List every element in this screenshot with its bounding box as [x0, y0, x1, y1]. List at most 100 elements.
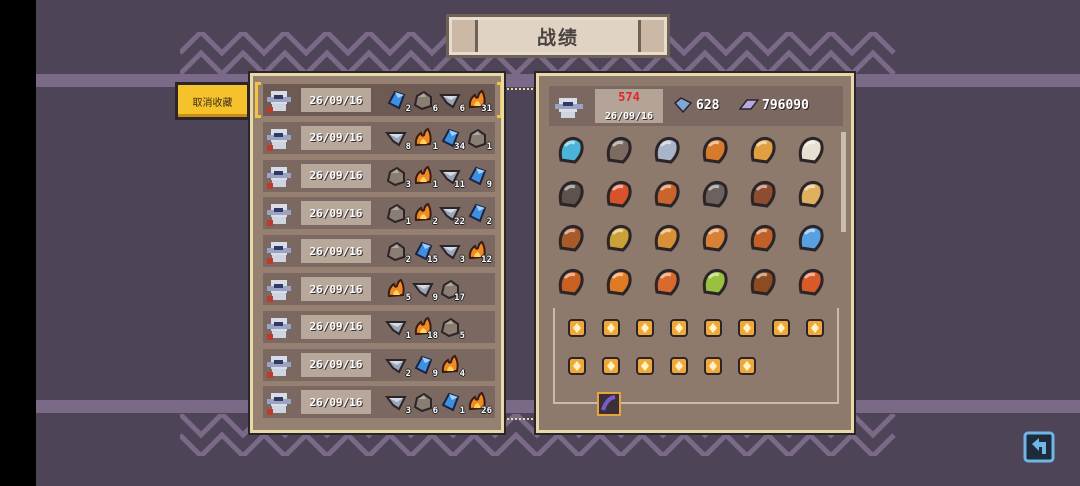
record-row[interactable]: 26/09/16 2 9 4 [263, 348, 495, 381]
bomb-buff-icon [633, 354, 657, 378]
shard-icon: 2 [385, 354, 411, 379]
material-count: 11 [454, 179, 465, 190]
rock-icon: 5 [439, 316, 465, 341]
material-count: 3 [405, 406, 411, 417]
buffs-grid [565, 316, 835, 386]
rock-icon: 1 [466, 127, 492, 152]
unfavorite-button-label: 取消收藏 [192, 97, 233, 109]
material-list: 3 6 1 26 [385, 391, 492, 416]
flame-icon: 26 [466, 391, 492, 416]
egg-icon [793, 132, 829, 168]
knight-helmet-icon [553, 90, 585, 122]
plus-buff-icon [701, 316, 725, 340]
material-count: 3 [405, 179, 411, 190]
crystal-icon: 1 [439, 391, 465, 416]
panel-connector-top [504, 88, 536, 90]
material-count: 3 [459, 255, 465, 266]
collected-items-grid [553, 132, 839, 304]
flame-icon: 1 [412, 165, 438, 190]
gem-icon [673, 97, 693, 113]
material-count: 26 [481, 406, 492, 417]
flame-icon: 1 [412, 127, 438, 152]
flame-icon: 31 [466, 89, 492, 114]
record-row[interactable]: 26/09/16 5 9 17 [263, 273, 495, 305]
game-screen: 战绩 取消收藏 26/09/16 2 6 6 31 26/09/16 8 1 34 1 26/09/… [0, 0, 1080, 486]
ring-icon [697, 220, 733, 256]
fire-buff-icon [667, 354, 691, 378]
screen-edge [0, 0, 36, 486]
record-row[interactable]: 26/09/16 2 6 6 31 [255, 82, 501, 118]
bullet-buff-icon [701, 354, 725, 378]
material-count: 1 [432, 141, 438, 152]
pile-icon [553, 220, 589, 256]
material-count: 1 [405, 330, 411, 341]
record-detail-panel: 574 26/09/16 628 796090 [536, 73, 854, 433]
material-count: 9 [486, 179, 492, 190]
record-row[interactable]: 26/09/16 2 15 3 12 [263, 235, 495, 268]
flame-buff-icon [565, 354, 589, 378]
selection-bracket-right [497, 82, 501, 118]
down-arrow-buff-icon [599, 354, 623, 378]
rock-icon: 3 [385, 165, 411, 190]
shard-icon: 3 [385, 391, 411, 416]
fish-icon [793, 220, 829, 256]
record-list-panel[interactable]: 26/09/16 2 6 6 31 26/09/16 8 1 34 1 26/09/16 3 1 11 9 2… [250, 73, 504, 433]
record-date: 26/09/16 [301, 201, 371, 226]
material-count: 1 [486, 141, 492, 152]
knight-helmet-icon [264, 85, 294, 115]
material-count: 2 [405, 255, 411, 266]
rock-icon: 6 [412, 391, 438, 416]
shield-icon [745, 176, 781, 212]
record-row[interactable]: 26/09/16 8 1 34 1 [263, 121, 495, 154]
material-list: 3 1 11 9 [385, 165, 492, 190]
gem-stat: 628 [673, 94, 719, 116]
knight-helmet-icon [264, 274, 294, 304]
flame-icon: 18 [412, 316, 438, 341]
core-icon [601, 176, 637, 212]
boomerang-icon [745, 132, 781, 168]
kill-count: 574 [618, 90, 640, 104]
shard-icon: 9 [412, 278, 438, 303]
record-row[interactable]: 26/09/16 3 1 11 9 [263, 159, 495, 192]
material-list: 2 6 6 31 [385, 89, 492, 114]
crystal-icon: 9 [466, 165, 492, 190]
material-count: 6 [432, 406, 438, 417]
score-value: 796090 [762, 97, 809, 113]
record-date: 26/09/16 [301, 125, 371, 150]
knight-helmet-icon [264, 387, 294, 417]
crystal-icon: 34 [439, 127, 465, 152]
material-count: 34 [454, 141, 465, 152]
material-count: 2 [486, 217, 492, 228]
record-row[interactable]: 26/09/16 3 6 1 26 [263, 386, 495, 419]
blade-icon [553, 264, 589, 300]
gauntlet-icon [649, 264, 685, 300]
crossed-buff-icon [735, 354, 759, 378]
material-count: 2 [432, 217, 438, 228]
record-date: 26/09/16 [301, 352, 371, 377]
items-scrollbar[interactable] [841, 132, 846, 232]
knight-helmet-icon [264, 161, 294, 191]
knight-helmet-icon [264, 236, 294, 266]
material-count: 18 [427, 330, 438, 341]
record-row[interactable]: 26/09/16 1 2 22 2 [263, 197, 495, 230]
pile-icon [745, 264, 781, 300]
rock-icon: 2 [385, 240, 411, 265]
material-count: 4 [459, 368, 465, 379]
record-date: 26/09/16 [301, 163, 371, 188]
unfavorite-button[interactable]: 取消收藏 [175, 82, 250, 120]
detail-date: 26/09/16 [604, 111, 654, 122]
shard-icon: 11 [439, 165, 465, 190]
material-count: 2 [405, 368, 411, 379]
record-date: 26/09/16 [301, 239, 371, 264]
cannon-icon [649, 132, 685, 168]
rock-icon: 1 [385, 202, 411, 227]
selection-bracket-left [255, 82, 261, 118]
spark-icon [793, 264, 829, 300]
material-count: 5 [405, 293, 411, 303]
orb-icon [697, 264, 733, 300]
back-arrow-icon[interactable] [1022, 430, 1056, 464]
chest-icon [601, 220, 637, 256]
record-row[interactable]: 26/09/16 1 18 5 [263, 310, 495, 343]
material-count: 1 [432, 179, 438, 190]
score-icon [739, 99, 759, 110]
